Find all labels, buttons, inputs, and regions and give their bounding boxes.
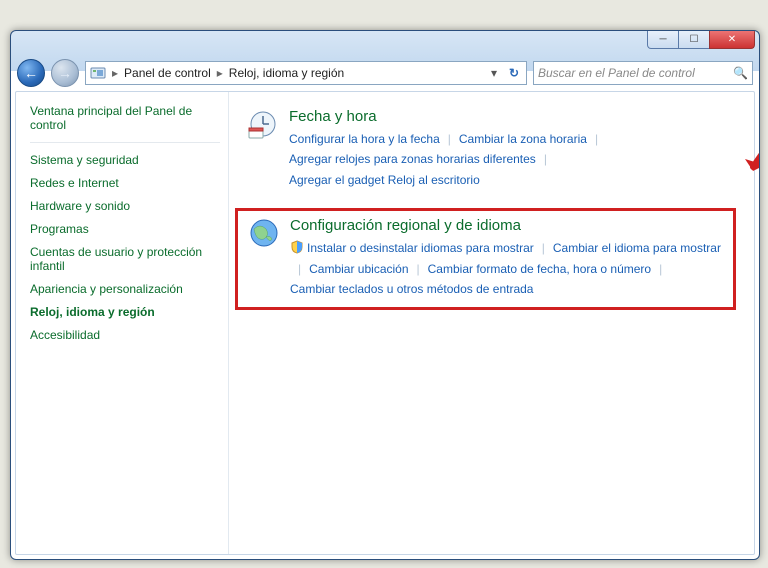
content-area: Ventana principal del Panel de control S… xyxy=(15,91,755,555)
address-bar[interactable]: ▸ Panel de control ▸ Reloj, idioma y reg… xyxy=(85,61,527,85)
search-icon: 🔍 xyxy=(733,66,748,80)
separator: | xyxy=(298,259,301,279)
highlighted-section-box: Configuración regional y de idioma Insta… xyxy=(235,208,736,310)
breadcrumb-current[interactable]: Reloj, idioma y región xyxy=(229,66,344,80)
section-region-idioma: Configuración regional y de idioma Insta… xyxy=(248,217,723,299)
task-link[interactable]: Instalar o desinstalar idiomas para most… xyxy=(290,238,534,258)
section-fecha-hora: Fecha y hora Configurar la hora y la fec… xyxy=(247,108,736,190)
control-panel-icon xyxy=(90,65,106,81)
refresh-icon[interactable]: ↻ xyxy=(506,66,522,80)
arrow-left-icon: ← xyxy=(24,65,38,81)
separator: | xyxy=(417,259,420,279)
section-title[interactable]: Fecha y hora xyxy=(289,108,736,125)
divider xyxy=(30,142,220,143)
clock-icon xyxy=(247,108,279,140)
task-link[interactable]: Agregar relojes para zonas horarias dife… xyxy=(289,149,536,169)
sidebar-item-redes[interactable]: Redes e Internet xyxy=(30,176,220,190)
sidebar-item-reloj[interactable]: Reloj, idioma y región xyxy=(30,305,220,319)
task-link[interactable]: Agregar el gadget Reloj al escritorio xyxy=(289,170,480,190)
section-title[interactable]: Configuración regional y de idioma xyxy=(290,217,723,234)
task-link-label: Instalar o desinstalar idiomas para most… xyxy=(307,241,534,255)
close-button[interactable]: ✕ xyxy=(709,30,755,49)
sidebar-title[interactable]: Ventana principal del Panel de control xyxy=(30,104,220,132)
navigation-bar: ← → ▸ Panel de control ▸ Reloj, idioma y… xyxy=(11,57,759,89)
separator: | xyxy=(659,259,662,279)
sidebar-item-apariencia[interactable]: Apariencia y personalización xyxy=(30,282,220,296)
control-panel-window: ─ ☐ ✕ ← → ▸ Panel de control ▸ Reloj, id… xyxy=(10,30,760,560)
sidebar-item-programas[interactable]: Programas xyxy=(30,222,220,236)
sidebar-item-cuentas[interactable]: Cuentas de usuario y protección infantil xyxy=(30,245,220,273)
task-link[interactable]: Cambiar ubicación xyxy=(309,259,408,279)
search-input[interactable]: Buscar en el Panel de control 🔍 xyxy=(533,61,753,85)
separator: | xyxy=(448,129,451,149)
sidebar-item-sistema[interactable]: Sistema y seguridad xyxy=(30,153,220,167)
separator: | xyxy=(544,149,547,169)
task-link[interactable]: Cambiar teclados u otros métodos de entr… xyxy=(290,279,533,299)
breadcrumb-root[interactable]: Panel de control xyxy=(124,66,211,80)
back-button[interactable]: ← xyxy=(17,59,45,87)
forward-button[interactable]: → xyxy=(51,59,79,87)
breadcrumb-separator-icon: ▸ xyxy=(112,66,118,80)
sidebar: Ventana principal del Panel de control S… xyxy=(16,92,229,554)
sidebar-item-accesibilidad[interactable]: Accesibilidad xyxy=(30,328,220,342)
maximize-button[interactable]: ☐ xyxy=(679,30,709,49)
window-buttons: ─ ☐ ✕ xyxy=(647,30,755,49)
title-bar: ─ ☐ ✕ xyxy=(11,31,759,57)
minimize-button[interactable]: ─ xyxy=(647,30,679,49)
task-link[interactable]: Configurar la hora y la fecha xyxy=(289,129,440,149)
globe-icon xyxy=(248,217,280,249)
main-panel: Fecha y hora Configurar la hora y la fec… xyxy=(229,92,754,554)
breadcrumb-separator-icon: ▸ xyxy=(217,66,223,80)
separator: | xyxy=(595,129,598,149)
shield-icon xyxy=(290,240,304,254)
task-link[interactable]: Cambiar formato de fecha, hora o número xyxy=(428,259,651,279)
task-link[interactable]: Cambiar la zona horaria xyxy=(459,129,587,149)
search-placeholder: Buscar en el Panel de control xyxy=(538,66,695,80)
sidebar-item-hardware[interactable]: Hardware y sonido xyxy=(30,199,220,213)
task-link[interactable]: Cambiar el idioma para mostrar xyxy=(553,238,721,258)
separator: | xyxy=(542,238,545,258)
arrow-right-icon: → xyxy=(58,65,72,81)
address-dropdown-icon[interactable]: ▾ xyxy=(486,66,502,80)
